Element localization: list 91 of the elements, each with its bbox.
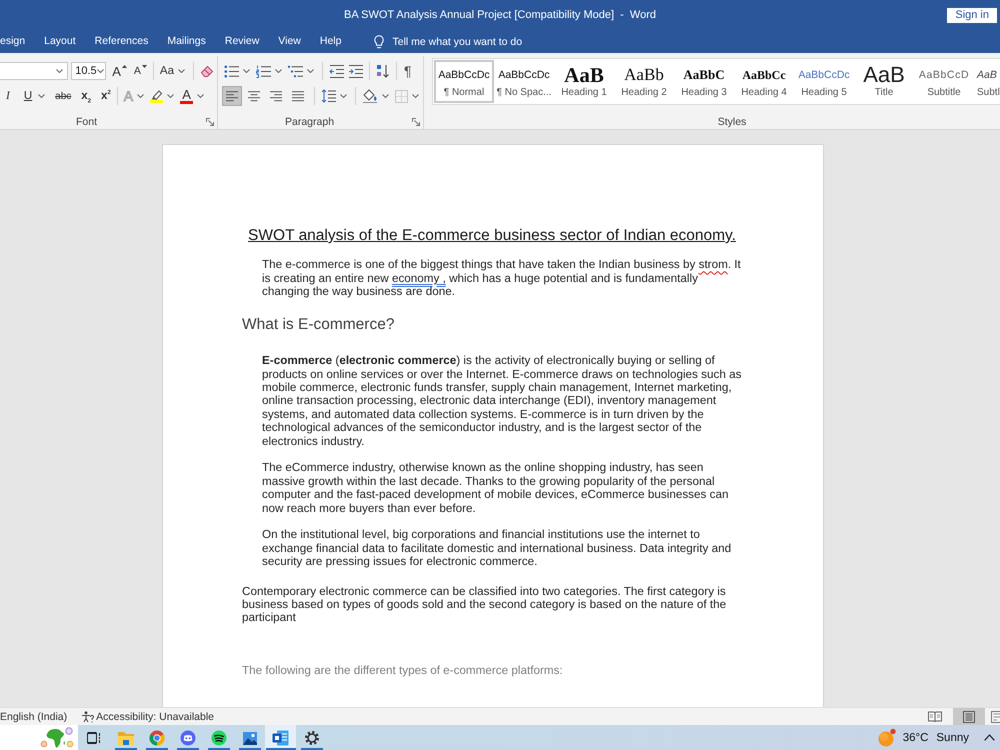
dialog-launcher-icon[interactable] xyxy=(206,118,214,126)
image-icon[interactable] xyxy=(242,731,258,746)
taskbar-search-field[interactable] xyxy=(0,725,78,750)
caret-icon[interactable] xyxy=(412,94,419,98)
caret-icon[interactable] xyxy=(178,69,185,73)
lightbulb-icon[interactable] xyxy=(374,34,384,48)
web-layout-button[interactable] xyxy=(988,708,1000,725)
group-label: Font xyxy=(76,116,98,128)
align-lines-icon xyxy=(225,90,239,102)
task-view-icon xyxy=(87,732,101,744)
chevron-up-icon[interactable] xyxy=(984,734,995,741)
language-status[interactable]: English (India) xyxy=(0,710,68,722)
show-marks-button[interactable]: ¶ xyxy=(401,61,415,81)
align-lines-icon xyxy=(269,90,283,102)
grow-font-button[interactable]: A xyxy=(110,61,129,81)
web-page-icon xyxy=(991,710,1000,722)
group-label: Paragraph xyxy=(285,116,334,128)
chat-icon[interactable] xyxy=(180,730,196,746)
gear-icon[interactable] xyxy=(304,730,320,746)
document-icon[interactable] xyxy=(272,730,289,746)
font-color-button[interactable]: A xyxy=(178,86,196,106)
paragraph: The e-commerce is one of the biggest things that have taken the Indian business by strom. It is creating an entire new economy , which has a huge potential and is fundamentally changing the way business are done. xyxy=(262,258,742,299)
increase-indent-icon[interactable] xyxy=(348,64,363,78)
ribbon-tab[interactable]: Help xyxy=(320,32,342,52)
align-lines-icon xyxy=(291,90,305,102)
map-icon xyxy=(40,726,74,749)
browser-icon[interactable] xyxy=(148,730,164,746)
caret-icon[interactable] xyxy=(275,69,282,73)
caret-icon[interactable] xyxy=(56,69,64,73)
caret-down-icon xyxy=(142,65,147,68)
numbered-list-icon[interactable] xyxy=(256,64,271,78)
subscript-button[interactable]: x$_{2}$ xyxy=(79,86,94,106)
font-name-field[interactable] xyxy=(0,62,68,80)
underline-button[interactable]: U xyxy=(22,86,48,106)
line-spacing-icon[interactable] xyxy=(321,89,336,103)
page-icon xyxy=(963,710,975,722)
caret-icon[interactable] xyxy=(340,94,347,98)
ribbon-tab[interactable]: View xyxy=(278,32,301,52)
change-case-button[interactable]: Aa xyxy=(158,61,176,81)
caret-up-icon xyxy=(122,65,127,68)
music-icon[interactable] xyxy=(210,730,226,746)
window-title: BA SWOT Analysis Annual Project [Compatibility Mode] - Word xyxy=(344,9,656,21)
paragraph: The eCommerce industry, otherwise known as the online shopping industry, has seen massive growth within the last decade. Thanks to the growing popularity of the personal computer and the fast-paced development of mobile devices, eCommerce businesses can now reach more buyers than ever before. xyxy=(262,461,730,515)
caret-icon[interactable] xyxy=(167,94,174,98)
document-title: SWOT analysis of the E-commerce business sector of Indian economy. xyxy=(247,227,737,245)
sort-icon[interactable] xyxy=(376,64,390,78)
paragraph: The following are the different types of e-commerce platforms: xyxy=(242,664,564,678)
superscript-button[interactable]: x$^{2}$ xyxy=(99,86,113,106)
sun-icon[interactable] xyxy=(876,728,897,747)
multilevel-list-icon[interactable] xyxy=(288,64,303,78)
align-left-button[interactable] xyxy=(222,86,242,106)
align-lines-icon xyxy=(247,90,261,102)
shrink-font-button[interactable]: A xyxy=(132,61,149,81)
caret-icon[interactable] xyxy=(243,69,250,73)
caret-icon[interactable] xyxy=(307,69,314,73)
style-option[interactable]: AaBbCcDc ¶ Normal xyxy=(434,60,494,103)
paragraph: Contemporary electronic commerce can be classified into two categories. The first category is business based on types of goods sold and the second category is based on the nature of the participant xyxy=(242,584,728,625)
accessibility-icon[interactable] xyxy=(81,710,94,722)
caret-icon[interactable] xyxy=(382,94,389,98)
weather-temperature[interactable]: 36°C xyxy=(902,732,928,744)
taskbar-button[interactable] xyxy=(265,725,296,750)
bullet-list-icon[interactable] xyxy=(224,64,239,78)
ribbon-tab[interactable]: Mailings xyxy=(167,32,206,52)
print-layout-button[interactable] xyxy=(953,708,985,725)
borders-icon[interactable] xyxy=(395,90,408,102)
ribbon-tab[interactable]: References xyxy=(94,32,148,52)
ribbon-tab[interactable]: Review xyxy=(224,32,260,52)
accessibility-status[interactable]: Accessibility: Unavailable xyxy=(96,710,214,722)
group-label: Styles xyxy=(718,116,746,128)
ribbon-tab[interactable]: esign xyxy=(0,32,26,52)
tell-me-field[interactable]: Tell me what you want to do xyxy=(392,34,542,50)
paragraph: On the institutional level, big corporations and financial institutions use the internet to exchange financial data to facilitate domestic and international business. Data integrity and security are pressing issues for electronic commerce. xyxy=(262,528,732,569)
weather-condition[interactable]: Sunny xyxy=(936,732,969,744)
caret-icon[interactable] xyxy=(197,94,204,98)
book-icon xyxy=(928,710,942,722)
caret-icon[interactable] xyxy=(38,94,46,98)
strikethrough-button[interactable]: abc xyxy=(53,86,74,106)
caret-icon[interactable] xyxy=(96,69,104,73)
decrease-indent-icon[interactable] xyxy=(329,64,344,78)
highlighter-icon xyxy=(150,90,164,100)
heading: What is E-commerce? xyxy=(242,316,396,334)
paragraph: E-commerce (electronic commerce) is the activity of electronically buying or selling of products on online services or over the Internet. E-commerce draws on technologies such as mobile commerce, electronic funds transfer, supply chain management, Internet marketing, online transaction processing, electronic data interchange (EDI), inventory management systems, and automated data collection systems. E-commerce is in turn driven by the technological advances of the semiconductor industry, and is the largest sector of the electronics industry. xyxy=(262,354,742,448)
sign-in-button[interactable]: Sign in xyxy=(947,8,997,22)
folder-icon[interactable] xyxy=(116,731,134,746)
caret-icon[interactable] xyxy=(137,94,144,98)
eraser-icon[interactable] xyxy=(200,64,215,78)
paint-bucket-icon[interactable] xyxy=(362,89,378,103)
font-size-field[interactable]: 10.5 xyxy=(71,62,106,80)
dialog-launcher-icon[interactable] xyxy=(412,118,420,126)
ribbon-tab[interactable]: Layout xyxy=(44,32,76,52)
italic-button[interactable]: I xyxy=(4,86,12,106)
